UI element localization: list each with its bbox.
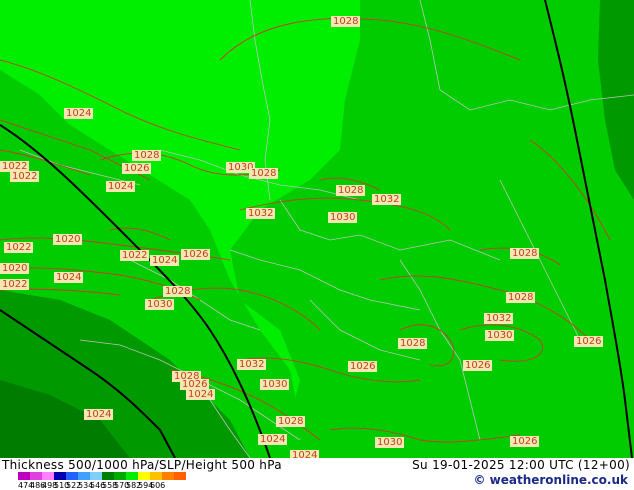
isobar-label: 1024 [84,409,114,420]
isobar-label: 1026 [463,360,493,371]
legend-swatch [162,472,174,480]
isobar-label: 1028 [132,150,162,161]
isobar-label: 1024 [186,389,216,400]
isobar-label: 1028 [163,286,193,297]
legend-swatch [102,472,114,480]
isobar-label: 1026 [122,163,152,174]
legend-swatch [42,472,54,480]
isobar-label: 1024 [290,450,320,458]
legend-tick-label: 558 [102,481,118,490]
legend-tick-label: 510 [54,481,70,490]
legend-swatch [30,472,42,480]
legend-swatch [174,472,186,480]
isobar-label: 1030 [145,299,175,310]
color-legend [18,472,186,480]
legend-swatch [78,472,90,480]
isobar-label: 1028 [398,338,428,349]
isobar-label: 1022 [120,250,150,261]
isobar-label: 1022 [10,171,40,182]
legend-swatch [150,472,162,480]
legend-swatch [138,472,150,480]
isobar-label: 1026 [574,336,604,347]
legend-tick-label: 594 [138,481,154,490]
isobar-label: 1030 [485,330,515,341]
isobar-label: 1030 [375,437,405,448]
legend-swatch [90,472,102,480]
isobar-label: 1028 [249,168,279,179]
legend-swatch [114,472,126,480]
legend-swatch [54,472,66,480]
legend-swatch [18,472,30,480]
isobar-label: 1032 [372,194,402,205]
legend-tick-label: 582 [126,481,142,490]
legend-ticks: 474 486 498 510 522 534 546 558 570 582 594 606 [18,481,166,490]
legend-tick-label: 486 [30,481,46,490]
legend-tick-label: 546 [90,481,106,490]
weather-map: 1028 1024 1028 1026 1022 1022 1024 1030 … [0,0,634,458]
legend-tick-label: 522 [66,481,82,490]
isobar-label: 1024 [54,272,84,283]
isobar-label: 1028 [336,185,366,196]
isobar-label: 1032 [237,359,267,370]
map-title: Thickness 500/1000 hPa/SLP/Height 500 hP… [2,458,282,472]
legend-tick-label: 606 [150,481,166,490]
legend-tick-label: 498 [42,481,58,490]
legend-swatch [126,472,138,480]
isobar-label: 1024 [258,434,288,445]
map-footer: Thickness 500/1000 hPa/SLP/Height 500 hP… [0,458,634,490]
isobar-label: 1024 [106,181,136,192]
isobar-label: 1028 [331,16,361,27]
isobar-label: 1030 [260,379,290,390]
isobar-label: 1020 [0,263,30,274]
isobar-label: 1020 [53,234,83,245]
site-credit-link[interactable]: © weatheronline.co.uk [473,473,628,487]
isobar-label: 1032 [484,313,514,324]
isobar-label: 1026 [181,249,211,260]
map-canvas [0,0,634,458]
isobar-label: 1032 [246,208,276,219]
legend-swatch [66,472,78,480]
isobar-label: 1028 [276,416,306,427]
legend-tick-label: 570 [114,481,130,490]
isobar-label: 1028 [506,292,536,303]
valid-time: Su 19-01-2025 12:00 UTC (12+00) [412,458,630,472]
isobar-label: 1024 [150,255,180,266]
isobar-label: 1026 [510,436,540,447]
isobar-label: 1024 [64,108,94,119]
isobar-label: 1022 [0,279,30,290]
isobar-label: 1026 [348,361,378,372]
isobar-label: 1030 [328,212,358,223]
legend-tick-label: 474 [18,481,34,490]
isobar-label: 1022 [4,242,34,253]
isobar-label: 1028 [510,248,540,259]
legend-tick-label: 534 [78,481,94,490]
